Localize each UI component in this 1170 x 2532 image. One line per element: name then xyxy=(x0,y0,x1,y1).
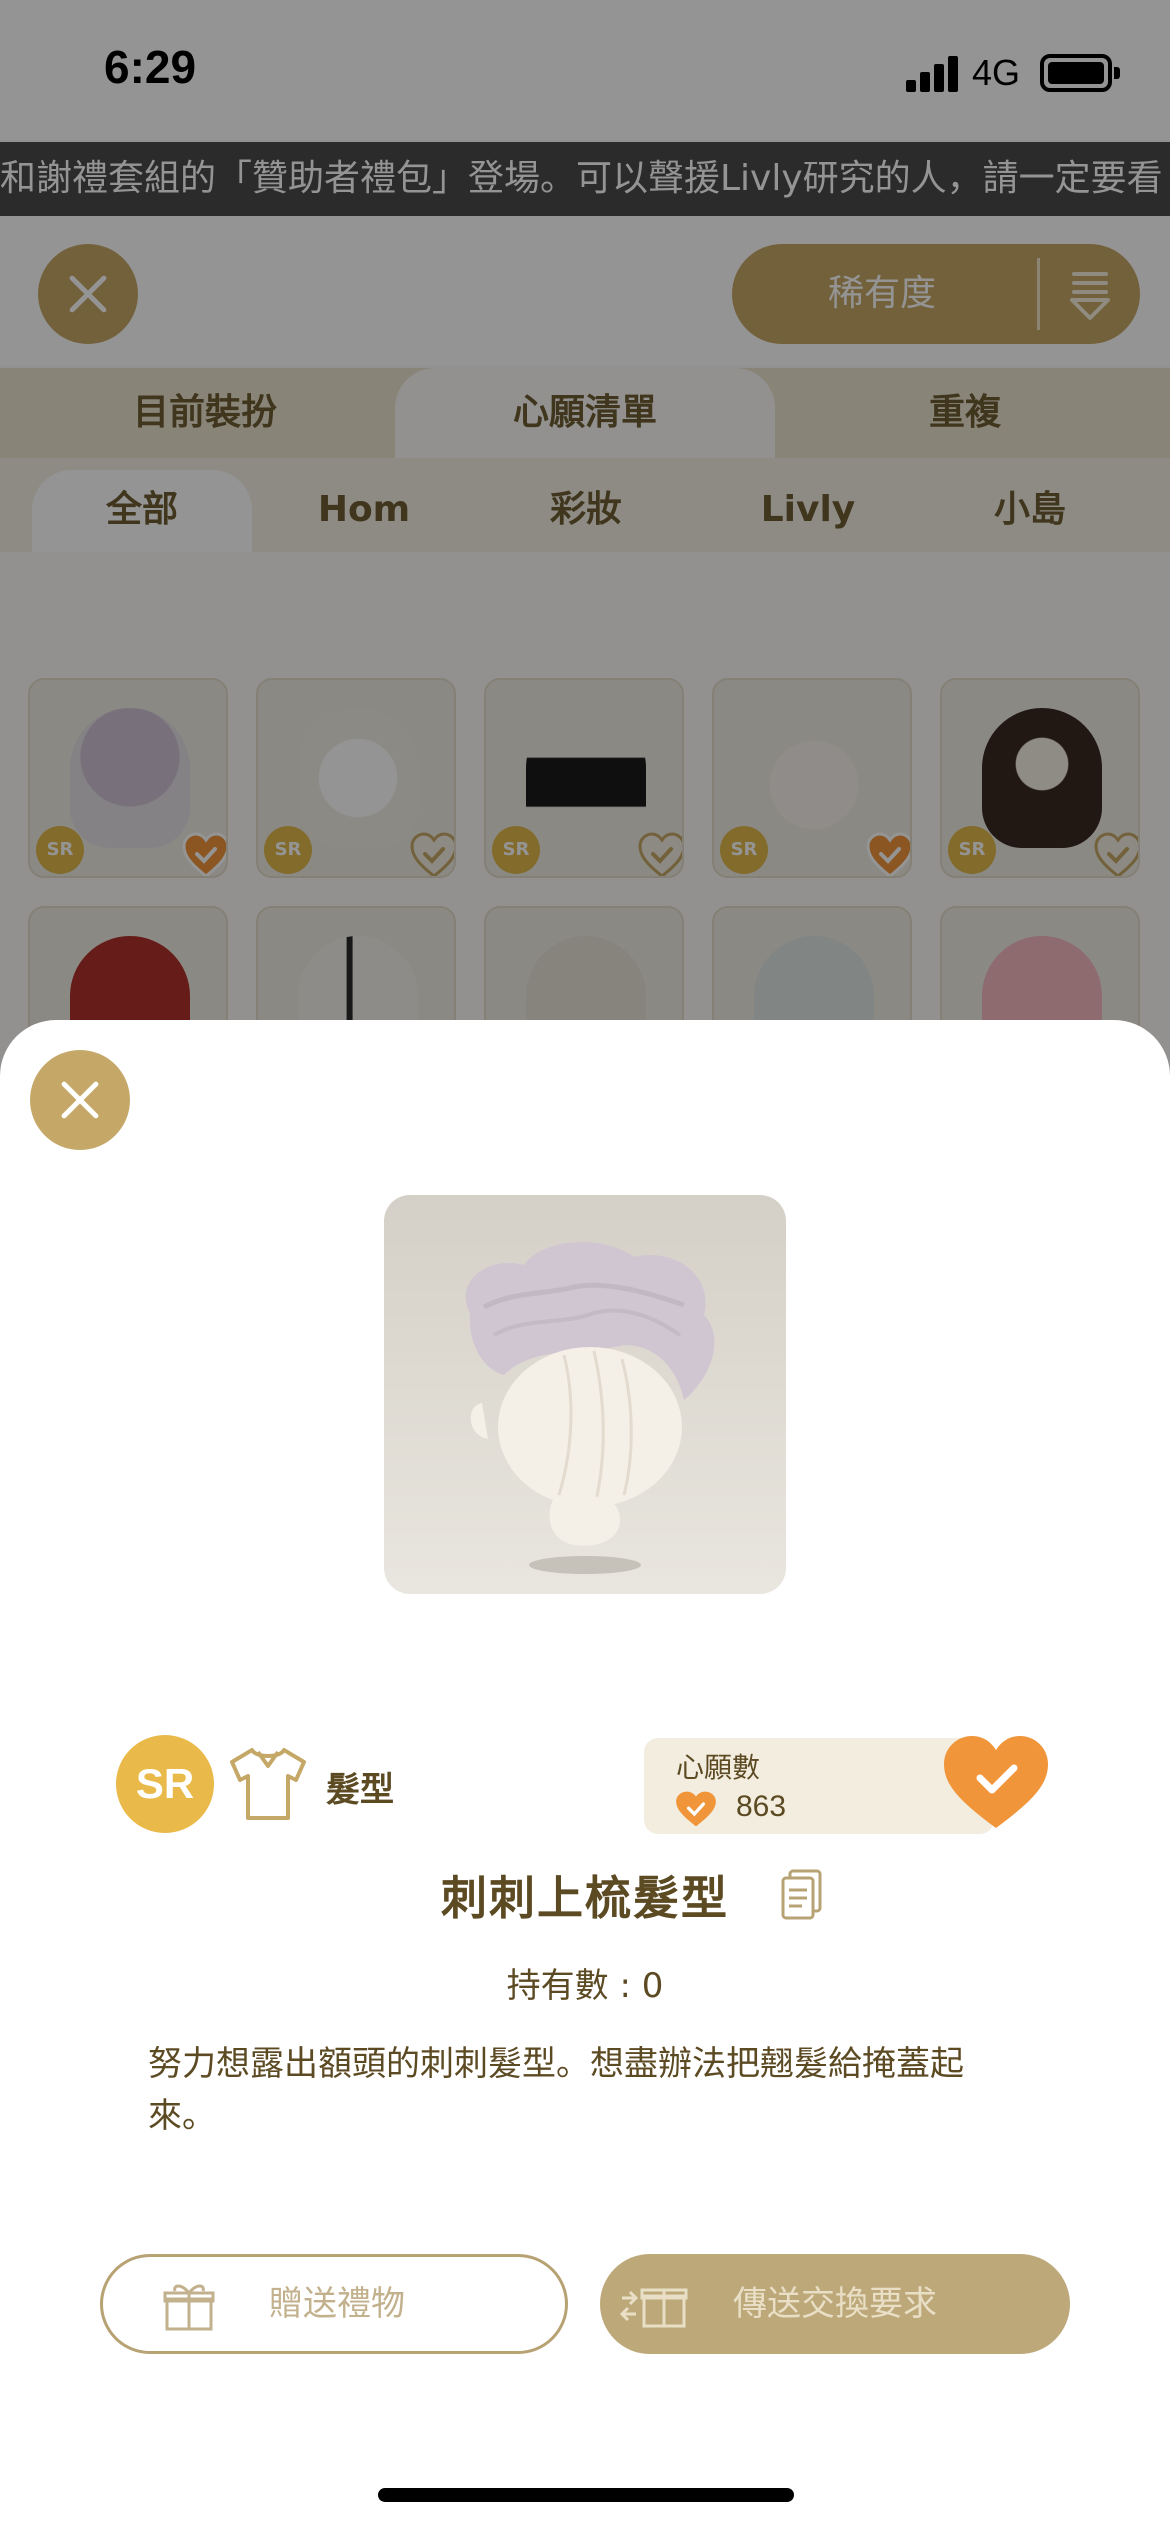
owned-count: 持有數 : 0 xyxy=(506,1966,664,2006)
send-gift-label: 贈送禮物 xyxy=(269,2284,405,2324)
send-trade-request-label: 傳送交換要求 xyxy=(733,2284,937,2324)
send-trade-request-button[interactable]: 傳送交換要求 xyxy=(600,2254,1070,2354)
home-indicator[interactable] xyxy=(378,2488,794,2502)
document-icon[interactable] xyxy=(780,1868,824,1922)
wishlist-toggle-button[interactable] xyxy=(940,1732,1052,1832)
item-name: 刺刺上梳髮型 xyxy=(441,1871,729,1925)
item-description: 努力想露出額頭的刺刺髮型。想盡辦法把翹髮給掩蓋起來。 xyxy=(148,2044,964,2136)
hairstyle-illustration xyxy=(465,1242,715,1574)
heart-icon xyxy=(676,1791,716,1827)
item-preview-image xyxy=(384,1195,786,1594)
shirt-category-icon xyxy=(230,1748,306,1820)
close-icon xyxy=(55,1075,105,1125)
wish-count-value: 863 xyxy=(736,1790,787,1823)
item-detail-sheet: SR 髮型 心願數 863 刺刺上梳髮型 持有數 : 0 努力想露出額頭的刺刺髮… xyxy=(0,1020,1170,2532)
rarity-badge: SR xyxy=(116,1735,214,1833)
item-category: 髮型 xyxy=(326,1770,394,1810)
send-gift-button[interactable]: 贈送禮物 xyxy=(100,2254,568,2354)
sheet-close-button[interactable] xyxy=(30,1050,130,1150)
wish-count-label: 心願數 xyxy=(676,1751,761,1784)
